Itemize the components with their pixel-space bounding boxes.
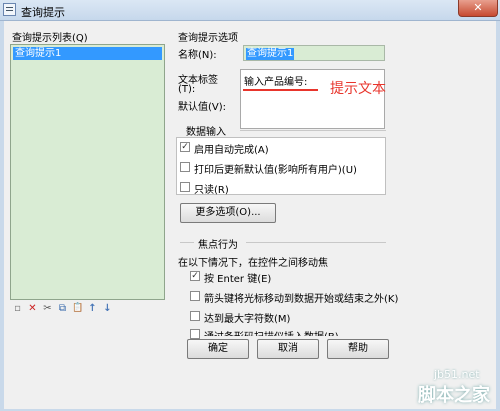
- hint-list[interactable]: 查询提示1: [10, 44, 165, 300]
- data-input-group-label: 数据输入: [186, 127, 226, 138]
- move-up-icon[interactable]: ↑: [87, 303, 98, 314]
- focus-description: 在以下情况下，在控件之间移动焦: [178, 258, 328, 269]
- arrow-keys-checkbox[interactable]: [190, 291, 200, 301]
- annotation-text: 提示文本: [330, 81, 386, 97]
- options-group-label: 查询提示选项: [178, 33, 238, 44]
- close-button[interactable]: ✕: [458, 0, 498, 17]
- list-item[interactable]: 查询提示1: [13, 47, 162, 60]
- name-label: 名称(N):: [178, 50, 217, 61]
- enter-key-checkbox[interactable]: ✓: [190, 271, 200, 281]
- max-chars-checkbox[interactable]: [190, 311, 200, 321]
- name-field[interactable]: 查询提示1: [243, 45, 385, 61]
- window-title: 查询提示: [21, 6, 65, 19]
- arrow-keys-label: 箭头键将光标移动到数据开始或结束之外(K): [204, 294, 399, 305]
- focus-divider-left: [180, 242, 194, 243]
- ok-button[interactable]: 确定: [187, 339, 249, 359]
- update-default-checkbox[interactable]: [180, 162, 190, 172]
- annotation-underline: [243, 89, 318, 91]
- update-default-label: 打印后更新默认值(影响所有用户)(U): [194, 165, 357, 176]
- title-bar: 查询提示 ✕: [0, 0, 500, 21]
- focus-group-label: 焦点行为: [198, 240, 238, 251]
- delete-icon[interactable]: ✕: [27, 303, 38, 314]
- cancel-button[interactable]: 取消: [257, 339, 319, 359]
- watermark-logo: 脚本之家: [418, 385, 490, 406]
- new-icon[interactable]: ▫: [12, 303, 23, 314]
- autocomplete-checkbox[interactable]: ✓: [180, 142, 190, 152]
- read-only-label: 只读(R): [194, 185, 229, 196]
- max-chars-label: 达到最大字符数(M): [204, 314, 291, 325]
- text-label-line2: (T):: [178, 84, 196, 95]
- barcode-label: 通过条形码扫描仪插入数据(B): [204, 328, 339, 336]
- enter-key-label: 按 Enter 键(E): [204, 274, 272, 285]
- more-options-button[interactable]: 更多选项(O)...: [180, 203, 276, 223]
- paste-icon[interactable]: 📋: [72, 303, 83, 314]
- move-down-icon[interactable]: ↓: [102, 303, 113, 314]
- data-input-divider: [240, 130, 386, 131]
- help-button[interactable]: 帮助: [327, 339, 389, 359]
- copy-icon[interactable]: ⧉: [57, 303, 68, 314]
- barcode-checkbox[interactable]: [190, 329, 200, 339]
- cut-icon[interactable]: ✂: [42, 303, 53, 314]
- hint-list-label: 查询提示列表(Q): [12, 33, 88, 44]
- watermark-url: jb51.net: [434, 368, 480, 381]
- name-value: 查询提示1: [246, 48, 295, 60]
- focus-divider-right: [246, 242, 386, 243]
- read-only-checkbox[interactable]: [180, 182, 190, 192]
- autocomplete-label: 启用自动完成(A): [194, 145, 269, 156]
- text-label-value: 输入产品编号:: [244, 77, 308, 88]
- dialog-icon: [3, 3, 16, 16]
- default-value-label: 默认值(V):: [178, 102, 227, 113]
